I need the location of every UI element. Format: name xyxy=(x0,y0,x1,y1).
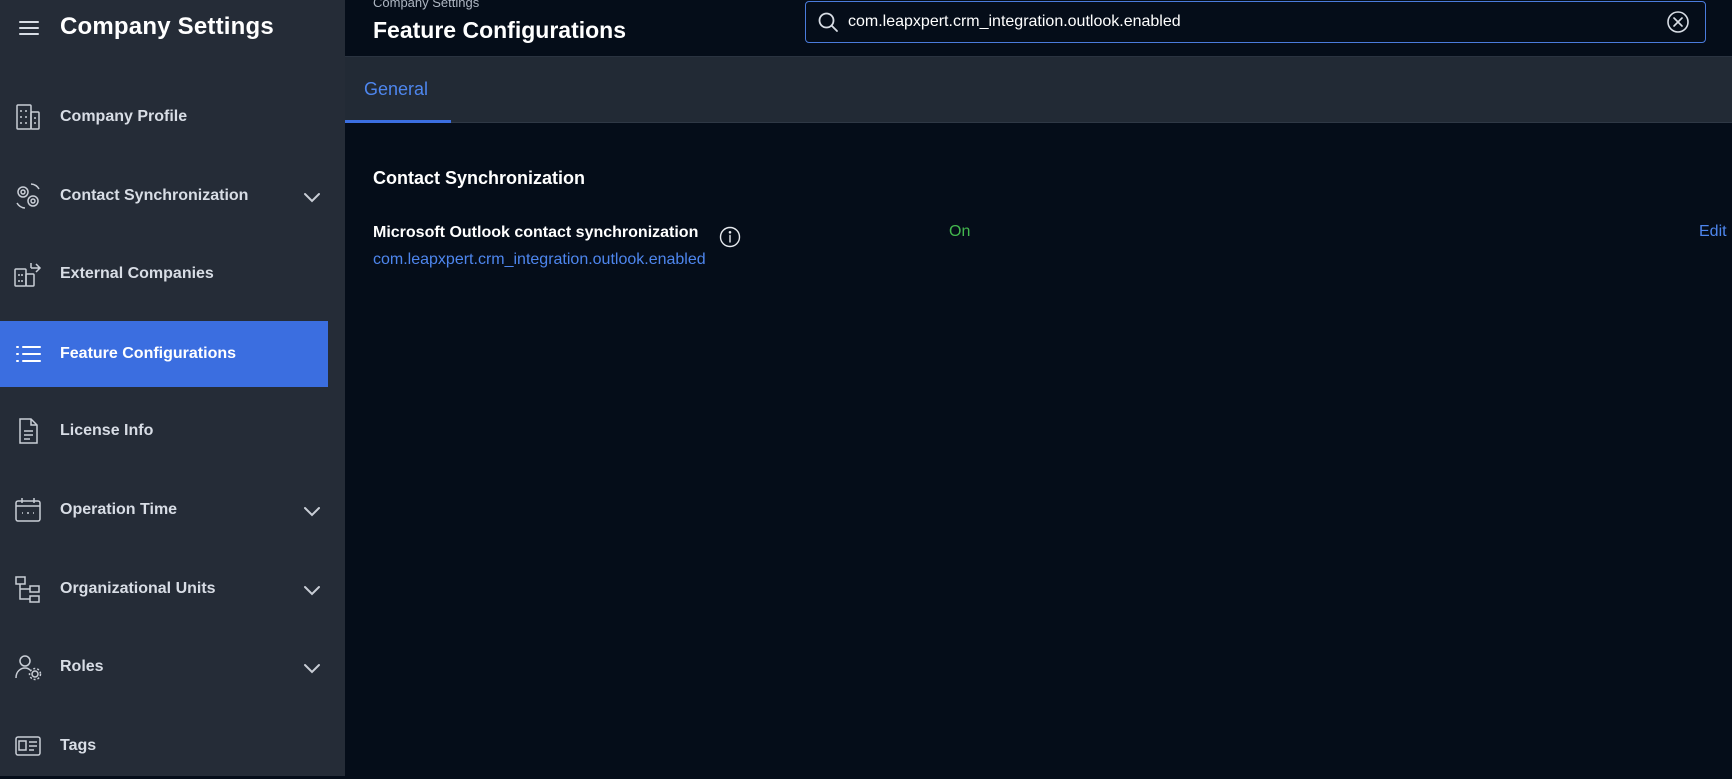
sidebar-item-company-profile[interactable]: Company Profile xyxy=(0,84,328,150)
setting-status: On xyxy=(949,223,971,240)
sidebar-item-roles[interactable]: Roles xyxy=(0,634,328,700)
setting-key: com.leapxpert.crm_integration.outlook.en… xyxy=(373,251,706,268)
search-input[interactable] xyxy=(848,9,1648,35)
clear-search-icon[interactable] xyxy=(1666,10,1690,34)
top-bar: Company Settings Feature Configurations xyxy=(345,0,1732,57)
tag-card-icon xyxy=(13,731,43,761)
tab-label: General xyxy=(364,79,429,99)
info-icon[interactable] xyxy=(719,226,741,248)
external-buildings-icon xyxy=(13,259,43,289)
sync-gears-icon xyxy=(13,181,43,211)
sidebar-item-organizational-units[interactable]: Organizational Units xyxy=(0,556,328,622)
sidebar-item-label: Feature Configurations xyxy=(60,345,237,362)
sidebar-item-label: License Info xyxy=(60,422,154,439)
chevron-down-icon[interactable] xyxy=(302,658,322,678)
main-content: Contact Synchronization Microsoft Outloo… xyxy=(345,123,1732,776)
building-icon xyxy=(13,102,43,132)
chevron-down-icon[interactable] xyxy=(302,580,322,600)
sidebar-item-operation-time[interactable]: Operation Time xyxy=(0,477,328,543)
setting-name: Microsoft Outlook contact synchronizatio… xyxy=(373,224,699,241)
sidebar-title: Company Settings xyxy=(60,13,274,40)
document-icon xyxy=(13,416,43,446)
calendar-icon xyxy=(13,495,43,525)
sidebar-header: Company Settings xyxy=(0,0,345,56)
chevron-down-icon[interactable] xyxy=(302,501,322,521)
sidebar-item-label: External Companies xyxy=(60,265,214,282)
edit-link[interactable]: Edit xyxy=(1699,223,1727,241)
sidebar-item-label: Operation Time xyxy=(60,501,178,518)
org-tree-icon xyxy=(13,574,43,604)
sidebar-item-contact-synchronization[interactable]: Contact Synchronization xyxy=(0,163,328,229)
sidebar: Company Settings Company Profile Contact… xyxy=(0,0,345,776)
sidebar-item-feature-configurations[interactable]: Feature Configurations xyxy=(0,321,328,387)
breadcrumb[interactable]: Company Settings xyxy=(373,0,479,10)
tab-general[interactable]: General xyxy=(345,57,451,123)
chevron-down-icon[interactable] xyxy=(302,187,322,207)
hamburger-menu-icon[interactable] xyxy=(17,16,41,40)
sidebar-item-external-companies[interactable]: External Companies xyxy=(0,241,328,307)
tab-bar: General xyxy=(345,57,1732,123)
search-icon xyxy=(817,11,839,33)
sidebar-item-license-info[interactable]: License Info xyxy=(0,398,328,464)
sidebar-item-label: Roles xyxy=(60,658,104,675)
sidebar-item-tags[interactable]: Tags xyxy=(0,713,328,779)
sidebar-item-label: Organizational Units xyxy=(60,580,216,597)
page-title: Feature Configurations xyxy=(373,17,627,43)
list-icon xyxy=(13,339,43,369)
sidebar-item-label: Contact Synchronization xyxy=(60,187,249,204)
sidebar-item-label: Company Profile xyxy=(60,108,188,125)
section-title: Contact Synchronization xyxy=(373,168,586,188)
sidebar-item-label: Tags xyxy=(60,737,97,754)
user-gear-icon xyxy=(13,652,43,682)
search-box[interactable] xyxy=(805,1,1706,43)
